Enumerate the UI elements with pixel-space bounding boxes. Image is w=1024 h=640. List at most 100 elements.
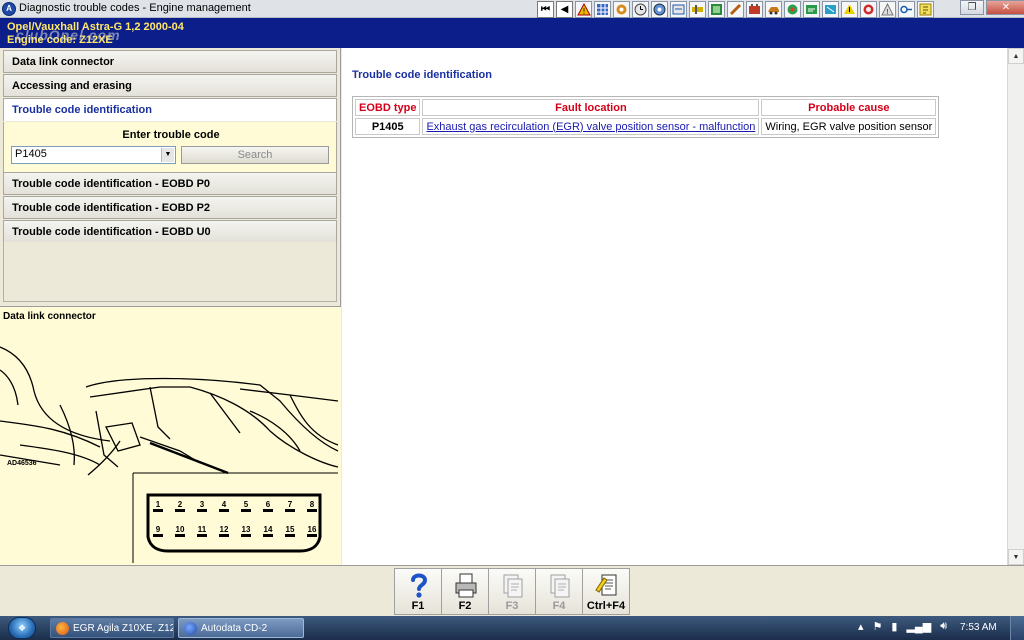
taskbar: ❖ EGR Agila Z10XE, Z12... Autodata CD-2 … bbox=[0, 616, 1024, 640]
f1-help-button[interactable]: F1 bbox=[394, 568, 442, 615]
ac-icon[interactable] bbox=[822, 1, 839, 18]
f4-button[interactable]: F4 bbox=[535, 568, 583, 615]
table-header-row: EOBD type Fault location Probable cause bbox=[355, 99, 937, 116]
f3-button[interactable]: F3 bbox=[488, 568, 536, 615]
vehicle-header: Opel/Vauxhall Astra-G 1,2 2000-04 Engine… bbox=[0, 18, 1024, 48]
cell-code: P1405 bbox=[355, 118, 421, 135]
ctrl-f4-button[interactable]: Ctrl+F4 bbox=[582, 568, 630, 615]
grid-icon[interactable] bbox=[594, 1, 611, 18]
menu-item-trouble-code-identification[interactable]: Trouble code identification bbox=[3, 98, 337, 121]
f2-label: F2 bbox=[458, 600, 472, 612]
service-icon[interactable] bbox=[803, 1, 820, 18]
connector-pin bbox=[153, 534, 163, 537]
firefox-icon bbox=[56, 622, 69, 635]
volume-icon[interactable]: 🔊︎ bbox=[940, 620, 947, 633]
previous-page-icon[interactable]: ◀ bbox=[556, 1, 573, 18]
close-icon[interactable]: ✕ bbox=[986, 0, 1024, 15]
connector-pin-label: 12 bbox=[220, 525, 229, 534]
vertical-scrollbar[interactable]: ▲ ▼ bbox=[1007, 48, 1024, 565]
start-button[interactable]: ❖ bbox=[8, 617, 36, 639]
ctrl-f4-label: Ctrl+F4 bbox=[586, 600, 626, 612]
connector-pin-label: 6 bbox=[266, 500, 271, 509]
scroll-down-icon[interactable]: ▼ bbox=[1008, 549, 1024, 565]
connector-pin bbox=[307, 534, 317, 537]
help-icon bbox=[411, 573, 428, 598]
menu-item-eobd-p2[interactable]: Trouble code identification - EOBD P2 bbox=[3, 196, 337, 219]
print-icon bbox=[455, 573, 477, 598]
menu-item-eobd-u0[interactable]: Trouble code identification - EOBD U0 bbox=[3, 220, 337, 243]
warning-icon[interactable]: ! bbox=[575, 1, 592, 18]
connector-pin bbox=[175, 534, 185, 537]
enter-code-label: Enter trouble code bbox=[122, 129, 220, 141]
clock-icon[interactable] bbox=[632, 1, 649, 18]
f2-print-button[interactable]: F2 bbox=[441, 568, 489, 615]
function-key-bar: F1 F2 F3 F4 Ctrl+F4 bbox=[0, 565, 1024, 616]
connector-pin-label: 11 bbox=[198, 525, 207, 534]
connector-pin bbox=[241, 534, 251, 537]
tray-expand-icon[interactable]: ▴ bbox=[858, 620, 864, 633]
gear-icon[interactable] bbox=[613, 1, 630, 18]
connector-pin bbox=[285, 534, 295, 537]
tools-icon[interactable] bbox=[727, 1, 744, 18]
connector-pin bbox=[263, 509, 273, 512]
title-bar: A Diagnostic trouble codes - Engine mana… bbox=[0, 0, 1024, 18]
diagnostics-icon[interactable] bbox=[651, 1, 668, 18]
task-autodata[interactable]: Autodata CD-2 bbox=[178, 618, 304, 638]
menu-item-accessing-erasing[interactable]: Accessing and erasing bbox=[3, 74, 337, 97]
connector-pin-label: 7 bbox=[288, 500, 293, 509]
watermark-logo: clubOpel.com bbox=[16, 27, 121, 43]
fault-location-link[interactable]: Exhaust gas recirculation (EGR) valve po… bbox=[422, 118, 760, 135]
windscreen-icon[interactable] bbox=[841, 1, 858, 18]
window-title: Diagnostic trouble codes - Engine manage… bbox=[19, 2, 251, 14]
obd-connector-outline bbox=[146, 493, 322, 553]
diagram-reference: AD46536 bbox=[7, 460, 37, 467]
network-icon[interactable]: ▂▄▆ bbox=[906, 620, 931, 633]
connector-pin-label: 15 bbox=[286, 525, 295, 534]
trouble-code-value: P1405 bbox=[15, 148, 47, 160]
menu-item-eobd-p0[interactable]: Trouble code identification - EOBD P0 bbox=[3, 172, 337, 195]
connector-pin-label: 8 bbox=[310, 500, 315, 509]
first-page-icon[interactable]: ⏮ bbox=[537, 1, 554, 18]
menu-item-data-link-connector[interactable]: Data link connector bbox=[3, 50, 337, 73]
connector-pin-label: 14 bbox=[264, 525, 273, 534]
connector-panel: Data link connector 1 2 3 4 5 6 7 8 9 10… bbox=[0, 306, 341, 565]
brake-icon[interactable] bbox=[784, 1, 801, 18]
info-icon[interactable] bbox=[917, 1, 934, 18]
f3-label: F3 bbox=[505, 600, 519, 612]
trouble-code-select[interactable]: P1405 ▼ bbox=[11, 146, 176, 164]
connector-pin-label: 13 bbox=[242, 525, 251, 534]
electrical-icon[interactable] bbox=[670, 1, 687, 18]
code-entry-box: Enter trouble code P1405 ▼ Search bbox=[3, 122, 337, 174]
airbag-icon[interactable] bbox=[860, 1, 877, 18]
connector-pin-label: 10 bbox=[176, 525, 185, 534]
trouble-code-table: EOBD type Fault location Probable cause … bbox=[352, 96, 940, 138]
battery-icon[interactable] bbox=[746, 1, 763, 18]
search-button[interactable]: Search bbox=[181, 146, 329, 164]
connector-pin-label: 16 bbox=[308, 525, 317, 534]
connector-diagram: 12345678 9 10 11 12 13 14 15 16 bbox=[0, 346, 339, 563]
task-firefox[interactable]: EGR Agila Z10XE, Z12... bbox=[50, 618, 174, 638]
ecu-icon[interactable] bbox=[708, 1, 725, 18]
key-icon[interactable] bbox=[898, 1, 915, 18]
document-icon bbox=[503, 574, 523, 598]
show-desktop-button[interactable] bbox=[1010, 616, 1024, 640]
menu-empty-area bbox=[3, 242, 337, 302]
restore-icon[interactable]: ❐ bbox=[960, 0, 984, 15]
edit-document-icon bbox=[595, 574, 617, 596]
task-autodata-label: Autodata CD-2 bbox=[201, 623, 268, 634]
crankshaft-icon[interactable] bbox=[689, 1, 706, 18]
connector-pin bbox=[307, 509, 317, 512]
task-firefox-label: EGR Agila Z10XE, Z12... bbox=[73, 623, 174, 634]
connector-pin bbox=[153, 509, 163, 512]
alert-icon[interactable]: ! bbox=[879, 1, 896, 18]
f4-label: F4 bbox=[552, 600, 566, 612]
car-icon[interactable] bbox=[765, 1, 782, 18]
battery-icon[interactable]: ▮ bbox=[891, 620, 897, 633]
pins-bottom: 9 10 11 12 13 14 15 16 bbox=[153, 525, 317, 537]
flag-icon[interactable]: ⚑ bbox=[873, 620, 883, 633]
chevron-down-icon[interactable]: ▼ bbox=[161, 148, 174, 162]
header-eobd-type: EOBD type bbox=[355, 99, 421, 116]
system-tray: ▴ ⚑ ▮ ▂▄▆ 🔊︎ bbox=[858, 620, 947, 633]
clock[interactable]: 7:53 AM bbox=[960, 622, 997, 633]
scroll-up-icon[interactable]: ▲ bbox=[1008, 48, 1024, 64]
